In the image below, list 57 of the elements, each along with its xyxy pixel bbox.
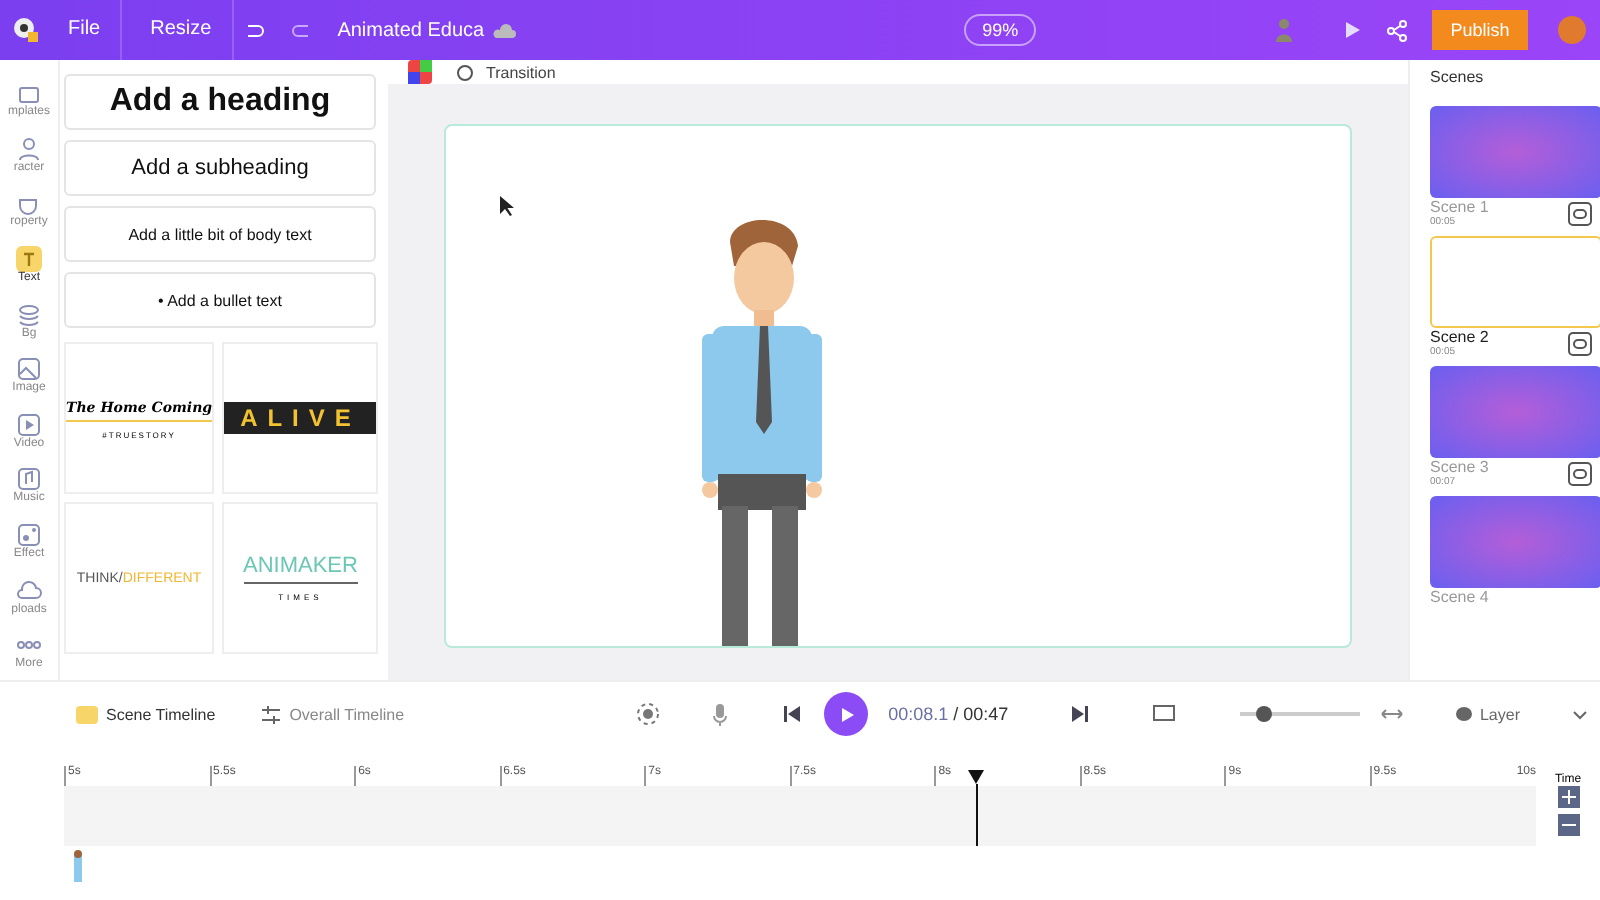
text-style-button[interactable]: Add a subheading <box>64 140 376 196</box>
scene-thumbnail[interactable] <box>1430 366 1600 458</box>
timeline-tab[interactable]: Scene Timeline <box>64 705 228 723</box>
share-icon[interactable] <box>1386 19 1408 41</box>
plus-icon <box>1561 790 1575 804</box>
play-icon <box>837 705 856 723</box>
scene-thumbnail[interactable] <box>1430 496 1600 588</box>
link-icon[interactable] <box>1568 461 1592 485</box>
menu-item[interactable]: Resize <box>130 0 234 60</box>
scenes-title: Scenes <box>1430 66 1486 90</box>
transition-label[interactable]: Transition <box>486 63 556 81</box>
user-icon <box>1274 18 1294 42</box>
image-icon <box>16 356 42 383</box>
color-wheel-icon[interactable] <box>408 60 432 84</box>
text-style-button[interactable]: Add a little bit of body text <box>64 206 376 262</box>
microphone-icon[interactable] <box>708 702 733 726</box>
template-card[interactable]: ALIVE <box>222 342 379 494</box>
scene-name: Scene 4 <box>1430 588 1489 606</box>
cloud-icon <box>492 21 517 39</box>
skip-back-icon[interactable] <box>780 702 805 726</box>
current-time: 00:08.1 / 00:47 <box>888 704 1009 724</box>
zoom-dropdown[interactable]: 99% <box>964 14 1037 46</box>
sliders-icon <box>259 705 282 723</box>
scene-name: Scene 2 <box>1430 328 1489 346</box>
scene-name: Scene 3 <box>1430 458 1489 476</box>
video-icon <box>16 411 42 438</box>
playhead[interactable] <box>968 770 985 846</box>
skip-forward-icon[interactable] <box>1068 702 1093 726</box>
minus-icon <box>1561 822 1575 828</box>
menu-item[interactable]: File <box>48 0 123 60</box>
cursor-icon <box>500 196 514 216</box>
effect-icon <box>15 522 42 549</box>
text-style-button[interactable]: Add a heading <box>64 74 376 130</box>
timeline-tab[interactable]: Overall Timeline <box>247 705 417 723</box>
template-title: ANIMAKER <box>243 554 358 584</box>
redo-icon[interactable] <box>289 20 314 40</box>
slider-thumb[interactable] <box>1255 706 1272 722</box>
transition-icon <box>456 63 474 81</box>
record-icon[interactable] <box>636 702 661 726</box>
scene-name: Scene 1 <box>1430 198 1489 216</box>
layer-button[interactable]: Layer <box>1455 705 1520 723</box>
music-icon <box>15 466 42 493</box>
scene-thumbnail[interactable] <box>1430 236 1600 328</box>
person-icon <box>16 135 42 162</box>
zoom-out-button[interactable] <box>1557 814 1579 836</box>
play-button[interactable] <box>824 692 869 736</box>
link-icon[interactable] <box>1568 331 1592 355</box>
text-style-button[interactable]: • Add a bullet text <box>64 272 376 328</box>
template-title: ALIVE <box>224 402 377 434</box>
scene-thumbnail[interactable] <box>1430 106 1600 198</box>
zoom-in-button[interactable] <box>1557 786 1579 808</box>
link-icon[interactable] <box>1568 201 1592 225</box>
cloud-icon <box>16 577 42 604</box>
text-icon <box>16 245 42 272</box>
logo-icon <box>12 16 40 44</box>
project-title[interactable]: Animated Educa <box>337 19 485 41</box>
play-icon[interactable] <box>1342 20 1362 40</box>
